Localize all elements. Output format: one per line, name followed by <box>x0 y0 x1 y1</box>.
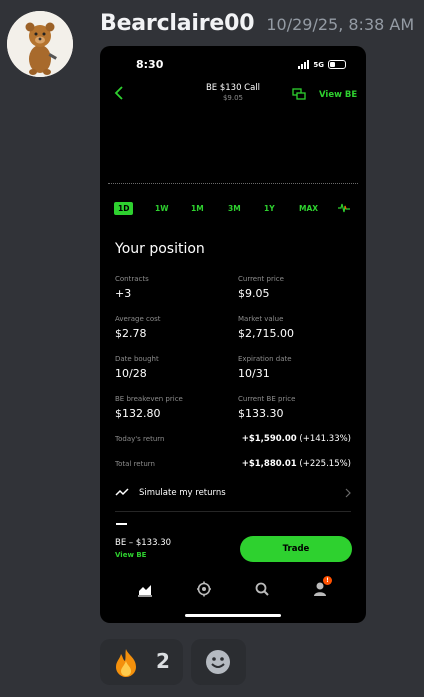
todays-return-row: Today's return +$1,590.00 (+141.33%) <box>115 434 351 446</box>
timestamp[interactable]: 10/29/25, 8:38 AM <box>266 15 414 34</box>
chart-tab-icon[interactable] <box>137 581 153 597</box>
field-label: Date bought <box>115 355 159 363</box>
tab-bar: ! <box>100 576 366 601</box>
signal-icon <box>298 60 310 69</box>
simulate-returns-label: Simulate my returns <box>139 488 226 498</box>
crypto-tab-icon[interactable] <box>196 581 212 597</box>
return-amount: +$1,590.00 <box>241 434 297 444</box>
field-label: Contracts <box>115 275 149 283</box>
return-value: +$1,880.01 (+225.15%) <box>242 459 351 469</box>
field-value: $9.05 <box>238 287 270 300</box>
field-value: +3 <box>115 287 132 300</box>
return-label: Today's return <box>115 435 165 443</box>
range-1m[interactable]: 1M <box>191 202 204 215</box>
status-bar: 8:30 5G <box>100 58 366 74</box>
contracts-field: Contracts +3 <box>115 275 149 300</box>
range-selector: 1D 1W 1M 3M 1Y MAX <box>114 202 354 216</box>
add-reaction-button[interactable] <box>191 639 246 685</box>
status-indicators: 5G <box>298 60 346 69</box>
return-label: Total return <box>115 460 155 468</box>
notification-badge: ! <box>323 576 332 585</box>
chevron-right-icon <box>345 488 351 498</box>
battery-icon <box>328 60 346 69</box>
return-value: +$1,590.00 (+141.33%) <box>242 434 351 444</box>
return-percent: (+225.15%) <box>299 459 351 469</box>
field-label: BE breakeven price <box>115 395 183 403</box>
fire-reaction[interactable]: 2 <box>100 639 183 685</box>
field-label: Market value <box>238 315 284 323</box>
drag-handle[interactable] <box>116 523 127 525</box>
current-be-price-field: Current BE price $133.30 <box>238 395 295 420</box>
field-label: Expiration date <box>238 355 292 363</box>
divider <box>115 511 351 512</box>
field-value: $132.80 <box>115 407 161 420</box>
view-be-link[interactable]: View BE <box>319 90 357 100</box>
field-value: $2,715.00 <box>238 327 294 340</box>
fire-emoji-icon <box>116 649 136 677</box>
date-bought-field: Date bought 10/28 <box>115 355 159 380</box>
nav-bar: BE $130 Call $9.05 View BE <box>100 82 366 108</box>
return-amount: +$1,880.01 <box>241 459 297 469</box>
reaction-count: 2 <box>156 649 170 673</box>
market-value-field: Market value $2,715.00 <box>238 315 294 340</box>
field-value: $133.30 <box>238 407 284 420</box>
field-value: 10/28 <box>115 367 147 380</box>
message-header: Bearclaire00 10/29/25, 8:38 AM <box>100 11 414 41</box>
average-cost-field: Average cost $2.78 <box>115 315 161 340</box>
stock-quote: BE – $133.30 <box>115 538 172 548</box>
return-percent: (+141.33%) <box>299 434 351 444</box>
range-1d[interactable]: 1D <box>114 202 134 215</box>
total-return-row: Total return +$1,880.01 (+225.15%) <box>115 459 351 471</box>
field-value: 10/31 <box>238 367 270 380</box>
current-price-field: Current price $9.05 <box>238 275 284 300</box>
range-max[interactable]: MAX <box>299 202 318 215</box>
status-time: 8:30 <box>136 58 164 71</box>
position-title: Your position <box>115 241 205 257</box>
trade-button[interactable]: Trade <box>240 536 352 562</box>
swap-icon[interactable] <box>292 88 306 100</box>
range-1w[interactable]: 1W <box>155 202 169 215</box>
view-be-small-link[interactable]: View BE <box>115 551 146 559</box>
field-value: $2.78 <box>115 327 147 340</box>
attached-screenshot[interactable]: 8:30 5G BE $130 Call $9.05 View BE 1D 1W… <box>100 46 366 623</box>
search-tab-icon[interactable] <box>254 581 270 597</box>
chart-settings-icon[interactable] <box>338 202 350 214</box>
avatar[interactable] <box>7 11 73 77</box>
simulate-returns-row[interactable]: Simulate my returns <box>115 484 351 504</box>
expiration-date-field: Expiration date 10/31 <box>238 355 292 380</box>
chart-baseline <box>108 183 358 184</box>
breakeven-price-field: BE breakeven price $132.80 <box>115 395 183 420</box>
username[interactable]: Bearclaire00 <box>100 11 255 36</box>
range-1y[interactable]: 1Y <box>264 202 275 215</box>
home-indicator <box>185 614 281 617</box>
field-label: Average cost <box>115 315 161 323</box>
network-label: 5G <box>313 60 324 69</box>
field-label: Current price <box>238 275 284 283</box>
trend-icon <box>115 488 129 496</box>
teddy-bear-avatar-icon <box>7 11 73 77</box>
field-label: Current BE price <box>238 395 296 403</box>
range-3m[interactable]: 3M <box>228 202 241 215</box>
add-reaction-icon <box>206 650 230 674</box>
